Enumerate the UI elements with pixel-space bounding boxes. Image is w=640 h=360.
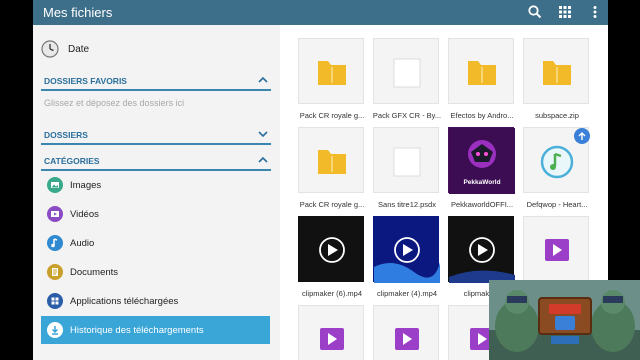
file-item[interactable] [523, 216, 589, 282]
category-videos[interactable]: Vidéos [41, 200, 270, 228]
zip-folder-icon [468, 61, 496, 85]
file-item[interactable]: PekkaWorld PekkaworldOFFI... [448, 127, 515, 209]
app-title: Mes fichiers [43, 5, 113, 20]
categories-header-label: CATÉGORIES [44, 156, 100, 166]
folders-header-label: DOSSIERS [44, 130, 88, 140]
file-item[interactable]: Pack CR royale g... [298, 127, 364, 209]
sort-by-date[interactable]: Date [41, 39, 89, 59]
categories-section-header[interactable]: CATÉGORIES [41, 155, 271, 171]
category-label: Historique des téléchargements [70, 324, 204, 336]
video-thumbnail [449, 237, 515, 283]
file-name: clipmaker (6).mp4 [301, 289, 362, 298]
category-images[interactable]: Images [41, 171, 270, 199]
video-icon [47, 206, 63, 222]
apps-icon [47, 293, 63, 309]
search-icon[interactable] [527, 4, 543, 20]
sidebar: Date DOSSIERS FAVORIS Glissez et déposez… [33, 25, 280, 360]
file-name: subspace.zip [535, 111, 579, 120]
category-label: Audio [70, 237, 95, 249]
file-item[interactable]: Sans titre12.psdx [373, 127, 439, 209]
category-documents[interactable]: Documents [41, 258, 270, 286]
file-item[interactable]: clipmaker (4).mp4 [373, 216, 440, 298]
blank-file-icon [393, 58, 421, 88]
file-name: PekkaworldOFFI... [450, 200, 514, 209]
file-item[interactable] [298, 305, 364, 360]
favorites-header-label: DOSSIERS FAVORIS [44, 76, 127, 86]
category-label: Images [70, 179, 102, 191]
video-file-icon [395, 328, 419, 350]
file-name: Pack CR royale g... [299, 111, 365, 120]
file-item[interactable]: Efectos by Andro... [448, 38, 514, 120]
blank-file-icon [393, 147, 421, 177]
category-audio[interactable]: Audio [41, 229, 270, 257]
chevron-down-icon [258, 131, 268, 138]
zip-folder-icon [543, 61, 571, 85]
video-thumbnail [374, 237, 440, 283]
favorites-placeholder: Glissez et déposez des dossiers ici [44, 98, 185, 108]
file-item[interactable]: clipmaker ( [448, 216, 515, 298]
file-item[interactable]: Defqwop - Heart... [523, 127, 590, 209]
file-item[interactable] [373, 305, 439, 360]
category-label: Vidéos [70, 208, 99, 220]
file-item[interactable]: clipmaker (6).mp4 [298, 216, 364, 298]
chevron-up-icon [258, 156, 268, 163]
file-name: Pack GFX CR - By... [372, 111, 442, 120]
grid-view-icon[interactable] [557, 4, 573, 20]
video-thumbnail [319, 237, 345, 263]
screen: Mes fichiers Date DOSSIERS FAVORIS Gliss… [0, 0, 640, 360]
top-bar: Mes fichiers [33, 0, 608, 25]
clock-icon [41, 40, 59, 58]
file-name: Defqwop - Heart... [526, 200, 588, 209]
zip-folder-icon [318, 61, 346, 85]
category-downloaded-apps[interactable]: Applications téléchargées [41, 287, 270, 315]
video-file-icon [545, 239, 569, 261]
zip-folder-icon [318, 150, 346, 174]
file-name: Sans titre12.psdx [378, 200, 436, 209]
audio-icon [47, 235, 63, 251]
file-item[interactable]: Pack GFX CR - By... [373, 38, 441, 120]
document-icon [47, 264, 63, 280]
favorites-section-header[interactable]: DOSSIERS FAVORIS [41, 75, 271, 91]
sort-label: Date [68, 43, 90, 55]
folders-section-header[interactable]: DOSSIERS [41, 129, 271, 145]
video-file-icon [320, 328, 344, 350]
more-options-icon[interactable] [587, 4, 603, 20]
overlay-illustration [489, 280, 640, 360]
category-download-history[interactable]: Historique des téléchargements [41, 316, 270, 344]
chevron-up-icon [258, 76, 268, 83]
file-name: Pack CR royale g... [299, 200, 365, 209]
file-name: Efectos by Andro... [450, 111, 514, 120]
file-item[interactable]: subspace.zip [523, 38, 589, 120]
thumb-text: PekkaWorld [463, 179, 500, 186]
audio-file-icon [540, 128, 590, 179]
pekka-thumbnail: PekkaWorld [449, 128, 515, 194]
category-label: Applications téléchargées [70, 295, 179, 307]
file-name: clipmaker (4).mp4 [376, 289, 437, 298]
file-item[interactable]: Pack CR royale g... [298, 38, 364, 120]
download-icon [47, 322, 63, 338]
video-overlay-thumbnail [489, 280, 640, 360]
image-icon [47, 177, 63, 193]
category-label: Documents [70, 266, 119, 278]
